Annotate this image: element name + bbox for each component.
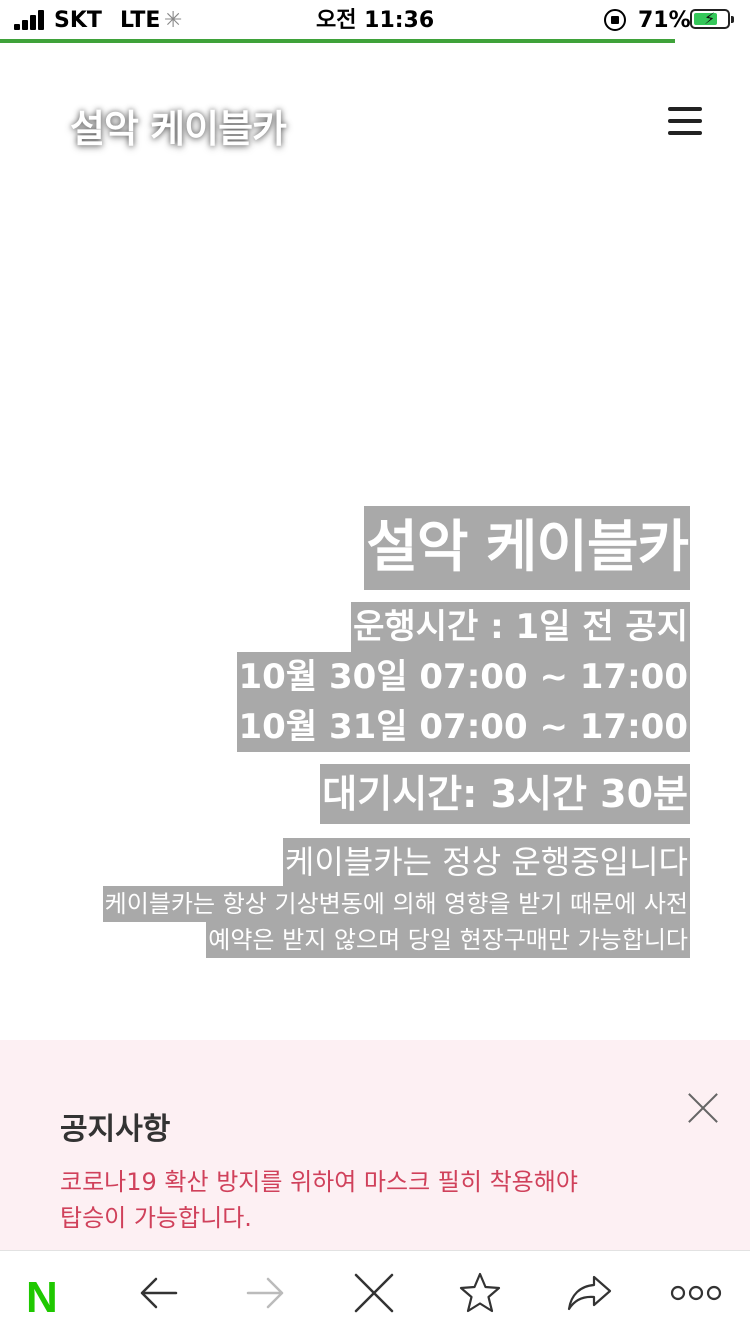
hero-title: 설악 케이블카 (364, 506, 690, 590)
schedule-heading: 운행시간 : 1일 전 공지 (351, 602, 690, 652)
battery-percent: 71% (638, 8, 691, 33)
naver-logo: N (26, 1273, 58, 1322)
operation-status: 케이블카는 정상 운행중입니다 (282, 838, 690, 886)
clock: 오전 11:36 (316, 8, 435, 33)
browser-toolbar: N (0, 1250, 750, 1335)
back-arrow-icon[interactable] (118, 1251, 198, 1335)
hero-info: 설악 케이블카 운행시간 : 1일 전 공지 10월 30일 07:00 ~ 1… (50, 506, 690, 958)
close-icon[interactable] (686, 1090, 722, 1126)
signal-strength-icon (14, 10, 48, 30)
more-icon[interactable] (650, 1251, 730, 1335)
notice-body-line: 코로나19 확산 방지를 위하여 마스크 필히 착용해야 (60, 1168, 578, 1196)
notice-body: 코로나19 확산 방지를 위하여 마스크 필히 착용해야 탑승이 가능합니다. (60, 1164, 620, 1236)
battery-icon: ⚡ (690, 9, 734, 29)
notice-panel: 공지사항 코로나19 확산 방지를 위하여 마스크 필히 착용해야 탑승이 가능… (0, 1040, 750, 1250)
carrier-label: SKT (54, 8, 102, 33)
star-icon[interactable] (440, 1251, 520, 1335)
schedule-line: 10월 31일 07:00 ~ 17:00 (236, 702, 690, 752)
naver-home-button[interactable]: N (18, 1251, 98, 1335)
share-icon[interactable] (548, 1251, 628, 1335)
schedule-line: 10월 30일 07:00 ~ 17:00 (236, 652, 690, 702)
notice-line: 케이블카는 항상 기상변동에 의해 영향을 받기 때문에 사전 (102, 886, 690, 922)
page-load-progress-bar (0, 39, 675, 43)
orientation-lock-icon (604, 9, 626, 31)
status-bar: SKT LTE ✳ 오전 11:36 71% ⚡ (0, 0, 750, 43)
loading-spinner-icon: ✳ (164, 8, 183, 33)
close-icon[interactable] (334, 1251, 414, 1335)
notice-line: 예약은 받지 않으며 당일 현장구매만 가능합니다 (206, 922, 690, 958)
hamburger-menu-icon[interactable] (668, 107, 702, 135)
forward-arrow-icon[interactable] (226, 1251, 306, 1335)
notice-title: 공지사항 (60, 1112, 171, 1147)
network-label: LTE (120, 8, 161, 33)
site-logo[interactable]: 설악 케이블카 (70, 98, 287, 153)
notice-body-line: 탑승이 가능합니다. (60, 1204, 252, 1232)
wait-time: 대기시간: 3시간 30분 (320, 764, 690, 824)
